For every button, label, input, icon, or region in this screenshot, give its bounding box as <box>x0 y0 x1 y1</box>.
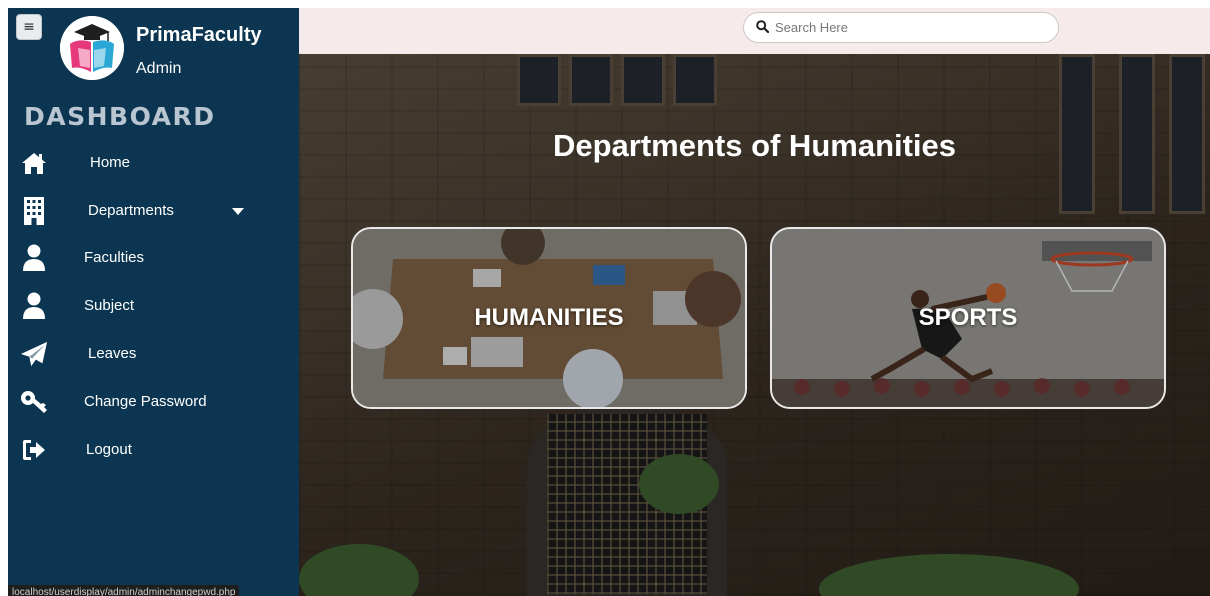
sidebar-item-logout[interactable]: Logout <box>8 430 299 470</box>
status-bar-url: localhost/userdisplay/admin/adminchangep… <box>8 585 240 596</box>
humanities-card-label: HUMANITIES <box>474 304 624 331</box>
search-icon <box>756 18 770 37</box>
sidebar-item-leaves[interactable]: Leaves <box>8 334 299 374</box>
sidebar-item-label: Faculties <box>84 249 145 266</box>
background-window <box>569 54 613 106</box>
sports-card-label: SPORTS <box>918 304 1018 331</box>
user-icon <box>20 244 48 272</box>
home-icon <box>20 149 48 177</box>
sidebar-item-label: Logout <box>86 441 132 458</box>
sidebar-item-subject[interactable]: Subject <box>8 286 299 326</box>
sports-card[interactable]: SPORTS <box>770 227 1166 409</box>
building-icon <box>20 197 48 225</box>
search-input[interactable] <box>775 20 1045 35</box>
sidebar-item-home[interactable]: Home <box>8 143 299 183</box>
main-content: Departments of Humanities HUMANITIES SPO… <box>299 54 1210 596</box>
background-bush <box>819 554 1079 596</box>
sign-out-icon <box>20 436 48 464</box>
background-window <box>621 54 665 106</box>
background-window <box>673 54 717 106</box>
top-bar <box>299 8 1210 54</box>
hamburger-icon: ≡ <box>23 19 35 35</box>
page-title: Departments of Humanities <box>552 128 957 163</box>
background-bush <box>299 544 419 596</box>
dashboard-title: DASHBOARD <box>24 102 216 131</box>
sidebar: ≡ PrimaFaculty Admin DASHBOARD Home Depa… <box>8 8 299 596</box>
sidebar-item-label: Subject <box>84 297 135 314</box>
sidebar-item-label: Home <box>90 154 131 171</box>
background-bush <box>639 454 719 514</box>
caret-down-icon[interactable] <box>232 208 244 215</box>
sidebar-item-departments[interactable]: Departments <box>8 191 299 231</box>
paper-plane-icon <box>20 340 48 368</box>
sidebar-item-change-password[interactable]: Change Password <box>8 382 299 422</box>
user-icon <box>20 292 48 320</box>
brand-role: Admin <box>136 60 182 77</box>
humanities-card[interactable]: HUMANITIES <box>351 227 747 409</box>
sidebar-item-faculties[interactable]: Faculties <box>8 238 299 278</box>
background-window <box>517 54 561 106</box>
search-box[interactable] <box>743 12 1059 43</box>
sidebar-item-label: Leaves <box>88 345 137 362</box>
menu-toggle-button[interactable]: ≡ <box>16 14 42 40</box>
sidebar-item-label: Change Password <box>84 393 207 410</box>
brand-name: PrimaFaculty <box>136 24 262 46</box>
brand-logo <box>60 16 124 80</box>
sidebar-item-label: Departments <box>88 202 174 219</box>
key-icon <box>20 388 48 416</box>
